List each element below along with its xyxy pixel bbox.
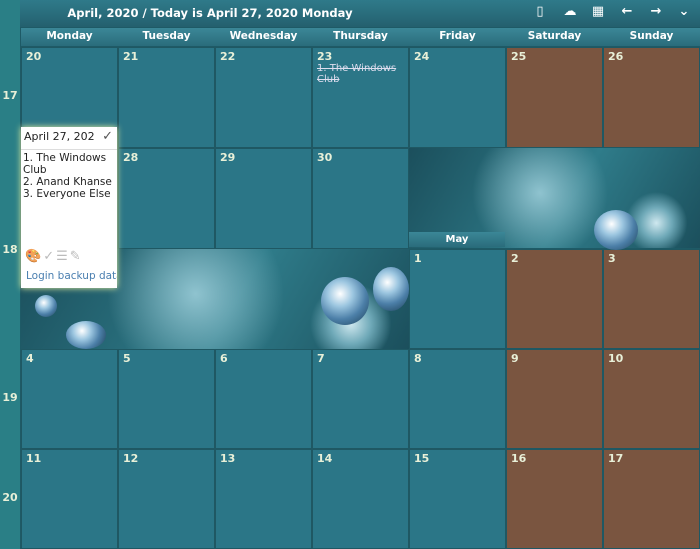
day-cell[interactable]: 12	[118, 449, 215, 549]
title-bar: April, 2020 / Today is April 27, 2020 Mo…	[20, 0, 700, 27]
list-icon[interactable]: ☰	[56, 249, 70, 264]
day-number: 9	[511, 352, 519, 365]
chevron-down-icon[interactable]: ⌄	[674, 4, 694, 22]
day-cell[interactable]: 21	[118, 47, 215, 148]
week-number: 19	[2, 391, 18, 404]
day-cell[interactable]: 15	[409, 449, 506, 549]
left-strip	[0, 0, 20, 549]
day-number: 20	[26, 50, 42, 63]
phone-icon[interactable]: ▯	[530, 4, 550, 22]
day-number: 7	[317, 352, 325, 365]
check-icon[interactable]: ✓	[102, 129, 113, 144]
day-number: 13	[220, 452, 236, 465]
day-number: 11	[26, 452, 42, 465]
popup-toolbar: 🎨✓☰✎	[25, 249, 83, 264]
day-cell[interactable]: 30	[312, 148, 409, 249]
day-number: 2	[511, 252, 519, 265]
cloud-icon[interactable]: ☁	[560, 4, 580, 22]
note-line: 1. The Windows Club	[23, 152, 107, 176]
day-number: 6	[220, 352, 228, 365]
day-number: 29	[220, 151, 236, 164]
day-cell[interactable]: 14	[312, 449, 409, 549]
day-number: 14	[317, 452, 333, 465]
day-header-friday: Friday	[409, 28, 507, 46]
arrow-left-icon[interactable]: ←	[617, 4, 637, 22]
day-number: 22	[220, 50, 236, 63]
day-cell[interactable]: 23 1. The Windows Club	[312, 47, 409, 148]
day-number: 8	[414, 352, 422, 365]
day-number: 24	[414, 50, 430, 63]
day-header-sunday: Sunday	[603, 28, 700, 46]
notes-textarea[interactable]: 1. The Windows Club 2. Anand Khanse 3. E…	[21, 150, 117, 202]
week-number: 18	[2, 243, 18, 256]
day-header-wednesday: Wednesday	[215, 28, 313, 46]
day-cell[interactable]: 10	[603, 349, 700, 449]
day-cell[interactable]: 1	[409, 249, 506, 349]
day-cell[interactable]: 9	[506, 349, 603, 449]
day-cell[interactable]: 28	[118, 148, 215, 249]
day-number: 1	[414, 252, 422, 265]
day-number: 15	[414, 452, 430, 465]
day-cell[interactable]: 4	[21, 349, 118, 449]
day-number: 4	[26, 352, 34, 365]
day-cell[interactable]: 22	[215, 47, 312, 148]
day-number: 16	[511, 452, 527, 465]
edit-icon[interactable]: ✎	[70, 249, 83, 264]
day-cell[interactable]: 26	[603, 47, 700, 148]
day-number: 12	[123, 452, 139, 465]
week-number: 17	[2, 89, 18, 102]
day-cell[interactable]: 5	[118, 349, 215, 449]
header-title: April, 2020 / Today is April 27, 2020 Mo…	[67, 6, 353, 20]
day-number: 30	[317, 151, 333, 164]
day-cell[interactable]: 16	[506, 449, 603, 549]
week-number: 20	[2, 491, 18, 504]
note-line: 2. Anand Khanse	[23, 176, 112, 188]
palette-icon[interactable]: 🎨	[25, 249, 43, 264]
day-cell[interactable]: 29	[215, 148, 312, 249]
day-number: 25	[511, 50, 527, 63]
login-backup-link[interactable]: Login backup data	[26, 270, 117, 282]
day-number: 17	[608, 452, 624, 465]
day-header-thursday: Thursday	[312, 28, 410, 46]
day-header-saturday: Saturday	[506, 28, 604, 46]
day-cell[interactable]: 11	[21, 449, 118, 549]
day-header-monday: Monday	[21, 28, 119, 46]
day-cell[interactable]: 25	[506, 47, 603, 148]
day-cell[interactable]: 7	[312, 349, 409, 449]
event-item[interactable]: 1. The Windows Club	[317, 63, 404, 85]
day-cell[interactable]: 6	[215, 349, 312, 449]
arrow-right-icon[interactable]: →	[646, 4, 666, 22]
day-cell[interactable]: 17	[603, 449, 700, 549]
day-cell[interactable]: 24	[409, 47, 506, 148]
month-label-may: May	[409, 232, 505, 247]
day-number: 5	[123, 352, 131, 365]
note-line: 3. Everyone Else	[23, 188, 111, 200]
day-cell[interactable]: 13	[215, 449, 312, 549]
day-number: 3	[608, 252, 616, 265]
day-number: 26	[608, 50, 624, 63]
day-number: 28	[123, 151, 139, 164]
calendar-icon[interactable]: ▦	[588, 4, 608, 22]
day-header-tuesday: Tuesday	[118, 28, 216, 46]
day-number: 23	[317, 50, 333, 63]
day-number: 21	[123, 50, 139, 63]
day-cell[interactable]: 8	[409, 349, 506, 449]
circle-check-icon[interactable]: ✓	[43, 249, 56, 264]
day-cell[interactable]: 2	[506, 249, 603, 349]
day-number: 10	[608, 352, 624, 365]
day-cell[interactable]: 3	[603, 249, 700, 349]
day-note-popup: April 27, 202 ✓ 1. The Windows Club 2. A…	[21, 127, 117, 288]
